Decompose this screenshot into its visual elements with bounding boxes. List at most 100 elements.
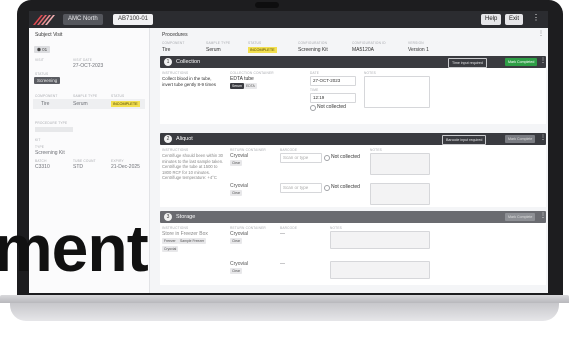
aliquot-not-collected-radio-1[interactable] bbox=[324, 155, 330, 161]
exit-button[interactable]: Exit bbox=[505, 14, 524, 25]
time-field[interactable]: 12:19 bbox=[310, 93, 356, 103]
visit-date: 27-OCT-2023 bbox=[73, 63, 104, 69]
aliquot-container-1: Cryovial bbox=[230, 153, 249, 159]
label-batch: BATCH bbox=[35, 159, 47, 163]
batch-value: C3310 bbox=[35, 164, 50, 170]
aliquot-notes-2[interactable] bbox=[370, 183, 430, 205]
collection-title: Collection bbox=[176, 59, 201, 65]
storage-instructions: Store in Freezer Box bbox=[162, 231, 208, 237]
label-procedure-type: PROCEDURE TYPE bbox=[35, 121, 68, 125]
logo-icon bbox=[33, 15, 55, 25]
cell-status-badge: INCOMPLETE bbox=[248, 47, 277, 53]
aliquot-clear-tag-2: Clear bbox=[230, 190, 243, 196]
storage-notes-1[interactable] bbox=[330, 231, 430, 249]
label-sample-type: SAMPLE TYPE bbox=[73, 94, 98, 98]
aliquot-not-collected-radio-2[interactable] bbox=[324, 185, 330, 191]
aliquot-clear-tag-1: Clear bbox=[230, 160, 243, 166]
label-visit: VISIT bbox=[35, 58, 44, 62]
aliquot-label-instructions: INSTRUCTIONS bbox=[162, 148, 189, 152]
procedures-main: Procedures ⋮ COMPONENT SAMPLE TYPE STATU… bbox=[156, 28, 548, 293]
not-collected-label: Not collected bbox=[317, 104, 346, 110]
collection-header: 1 Collection Time input required Mark Co… bbox=[160, 56, 546, 68]
collection-card: INSTRUCTIONS Collect blood in the tube, … bbox=[160, 68, 546, 124]
storage-clear-tag-1: Clear bbox=[230, 238, 243, 244]
storage-container-1: Cryovial bbox=[230, 231, 249, 237]
status-badge: INCOMPLETE bbox=[111, 101, 140, 107]
cell-version: Version 1 bbox=[408, 47, 429, 53]
label-collection-container: COLLECTION CONTAINER bbox=[230, 71, 274, 75]
status-chip: Screening bbox=[34, 77, 61, 84]
label-tube-count: TUBE COUNT bbox=[73, 159, 96, 163]
aliquot-instructions: Centrifuge should been within 30 minutes… bbox=[162, 153, 224, 181]
site-pill[interactable]: AMC North bbox=[63, 14, 103, 25]
aliquot-menu-icon[interactable]: ⋮ bbox=[540, 134, 546, 141]
kit-value: Screening Kit bbox=[35, 150, 65, 156]
time-value: 12:19 bbox=[313, 95, 325, 100]
label-expiry: EXPIRY bbox=[111, 159, 124, 163]
aliquot-notes-1[interactable] bbox=[370, 153, 430, 175]
sample-type-value: Serum bbox=[73, 101, 88, 107]
header-version: VERSION bbox=[408, 41, 424, 45]
storage-title: Storage bbox=[176, 214, 196, 220]
storage-label-notes: NOTES bbox=[330, 226, 342, 230]
storage-menu-icon[interactable]: ⋮ bbox=[540, 212, 546, 219]
barcode-placeholder-2: Scan or type bbox=[283, 185, 309, 190]
marketing-headline: ment bbox=[0, 211, 149, 285]
subject-pill[interactable]: AB7100-01 bbox=[113, 14, 154, 25]
storage-label-barcode: BARCODE bbox=[280, 226, 298, 230]
aliquot-container-2: Cryovial bbox=[230, 183, 249, 189]
panel-title: Subject Visit bbox=[35, 32, 63, 38]
time-input-required-button[interactable]: Time input required bbox=[448, 58, 487, 68]
laptop-hinge bbox=[0, 295, 569, 303]
barcode-input-1[interactable]: Scan or type bbox=[280, 153, 322, 163]
cell-component: Tire bbox=[162, 47, 171, 53]
aliquot-label-notes: NOTES bbox=[370, 148, 382, 152]
aliquot-mark-complete-button[interactable]: Mark Complete bbox=[505, 135, 536, 143]
cell-configuration-id: MA5120A bbox=[352, 47, 374, 53]
aliquot-label-barcode: BARCODE bbox=[280, 148, 298, 152]
date-field[interactable]: 27-OCT-2023 bbox=[310, 76, 356, 86]
storage-label-instructions: INSTRUCTIONS bbox=[162, 226, 189, 230]
label-type: TYPE bbox=[35, 145, 45, 149]
collection-container: EDTA tube bbox=[230, 76, 254, 82]
visit-chip[interactable]: ⬢ 01 bbox=[34, 46, 51, 53]
aliquot-not-collected-2: Not collected bbox=[331, 184, 360, 190]
expiry-value: 21-Dec-2025 bbox=[111, 164, 140, 170]
cell-configuration: Screening Kit bbox=[298, 47, 328, 53]
procedures-menu-icon[interactable]: ⋮ bbox=[538, 30, 544, 37]
barcode-input-required-button[interactable]: Barcode input required bbox=[442, 135, 487, 145]
collection-step-number: 1 bbox=[164, 58, 172, 66]
aliquot-card: INSTRUCTIONS Centrifuge should been with… bbox=[160, 145, 546, 207]
label-visit-date: VISIT DATE bbox=[73, 58, 93, 62]
storage-header: 3 Storage Mark Complete ⋮ bbox=[160, 211, 546, 223]
cell-sample-type: Serum bbox=[206, 47, 221, 53]
more-menu-icon[interactable]: ⋮ bbox=[532, 13, 540, 22]
laptop-palm-rest bbox=[10, 303, 559, 321]
header-component: COMPONENT bbox=[162, 41, 185, 45]
storage-barcode-1: — bbox=[280, 231, 285, 237]
header-sample-type: SAMPLE TYPE bbox=[206, 41, 231, 45]
freezer-tag: Freezer bbox=[162, 238, 178, 244]
not-collected-radio[interactable] bbox=[310, 105, 316, 111]
header-configuration: CONFIGURATION bbox=[298, 41, 328, 45]
storage-card: INSTRUCTIONS Store in Freezer Box Freeze… bbox=[160, 223, 546, 285]
label-kit: KIT bbox=[35, 138, 41, 142]
storage-mark-complete-button[interactable]: Mark Complete bbox=[505, 213, 536, 221]
procedures-title: Procedures bbox=[162, 32, 188, 38]
collection-menu-icon[interactable]: ⋮ bbox=[540, 57, 546, 64]
collection-mark-completed-button[interactable]: Mark Completed bbox=[505, 58, 538, 66]
date-value: 27-OCT-2023 bbox=[313, 78, 341, 83]
storage-label-return-container: RETURN CONTAINER bbox=[230, 226, 266, 230]
collection-notes-field[interactable] bbox=[364, 76, 430, 108]
label-status-2: STATUS bbox=[111, 94, 125, 98]
help-button[interactable]: Help bbox=[481, 14, 502, 25]
tube-count-value: STD bbox=[73, 164, 83, 170]
header-configuration-id: CONFIGURATION ID bbox=[352, 41, 386, 45]
barcode-input-2[interactable]: Scan or type bbox=[280, 183, 322, 193]
label-notes: NOTES bbox=[364, 71, 376, 75]
storage-barcode-2: — bbox=[280, 261, 285, 267]
storage-notes-2[interactable] bbox=[330, 261, 430, 279]
header-status: STATUS bbox=[248, 41, 262, 45]
label-status: STATUS bbox=[35, 72, 49, 76]
sample-freezer-tag: Sample Freezer bbox=[178, 238, 207, 244]
